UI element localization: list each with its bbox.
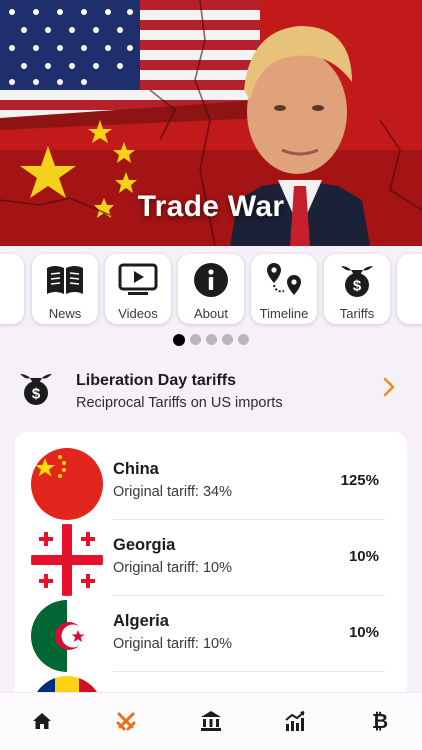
book-icon (32, 262, 98, 298)
map-pin-icon (251, 262, 317, 298)
chart-icon[interactable] (281, 707, 309, 735)
category-tariffs[interactable]: $ Tariffs (324, 254, 390, 324)
category-label: Videos (118, 306, 158, 321)
video-icon (105, 262, 171, 298)
money-bag-icon: $ (324, 262, 390, 298)
tariff-rate: 125% (340, 472, 379, 489)
bank-icon[interactable] (197, 707, 225, 735)
home-icon[interactable] (28, 707, 56, 735)
bitcoin-icon[interactable]: ₿ (366, 707, 394, 735)
china-flag-icon (31, 448, 103, 520)
original-tariff: Original tariff: 10% (113, 560, 233, 576)
liberation-day-row[interactable]: $ Liberation Day tariffs Reciprocal Tari… (0, 360, 422, 420)
money-bag-icon: $ (16, 370, 56, 411)
original-tariff: Original tariff: 34% (113, 484, 233, 500)
category-videos[interactable]: Videos (105, 254, 171, 324)
category-label: Tariffs (339, 306, 375, 321)
svg-text:₿: ₿ (372, 711, 388, 732)
category-timeline[interactable]: Timeline (251, 254, 317, 324)
chevron-right-icon[interactable] (382, 376, 396, 403)
country-row-georgia[interactable]: Georgia Original tariff: 10% 10% (15, 520, 407, 596)
svg-text:$: $ (353, 278, 362, 295)
country-row-algeria[interactable]: Algeria Original tariff: 10% 10% (15, 596, 407, 672)
svg-text:$: $ (32, 386, 41, 403)
tariff-rate: 10% (348, 548, 379, 565)
bottom-tab-bar: ₿ (0, 692, 422, 750)
hero-banner: Trade War (0, 0, 422, 246)
country-row-china[interactable]: China Original tariff: 34% 125% (15, 444, 407, 520)
original-tariff: Original tariff: 10% (113, 636, 233, 652)
info-icon (178, 262, 244, 298)
page-dot[interactable] (238, 334, 249, 345)
liberation-subtitle: Reciprocal Tariffs on US imports (76, 395, 283, 411)
page-dot[interactable] (206, 334, 217, 345)
georgia-flag-icon (31, 524, 103, 596)
category-news[interactable]: News (32, 254, 98, 324)
tariff-rate: 10% (348, 624, 379, 641)
category-card-partial-left[interactable] (0, 254, 24, 324)
country-name: Georgia (113, 536, 176, 554)
page-dot[interactable] (190, 334, 201, 345)
page-indicator[interactable] (0, 333, 422, 346)
category-label: About (194, 306, 228, 321)
category-label: News (48, 306, 82, 321)
country-tariff-list: China Original tariff: 34% 125% Georgia … (15, 432, 407, 732)
page-dot[interactable] (222, 334, 233, 345)
country-name: Algeria (113, 612, 169, 630)
crossed-swords-icon[interactable] (112, 707, 140, 735)
category-label: Timeline (259, 306, 309, 321)
page-dot-active[interactable] (173, 333, 185, 346)
category-card-partial-right[interactable] (397, 254, 422, 324)
hero-title: Trade War (137, 190, 285, 223)
category-carousel[interactable]: News Videos About Timeline $ Tariffs (0, 250, 422, 330)
liberation-title: Liberation Day tariffs (76, 372, 237, 389)
country-name: China (113, 460, 159, 478)
algeria-flag-icon (31, 600, 103, 672)
category-about[interactable]: About (178, 254, 244, 324)
